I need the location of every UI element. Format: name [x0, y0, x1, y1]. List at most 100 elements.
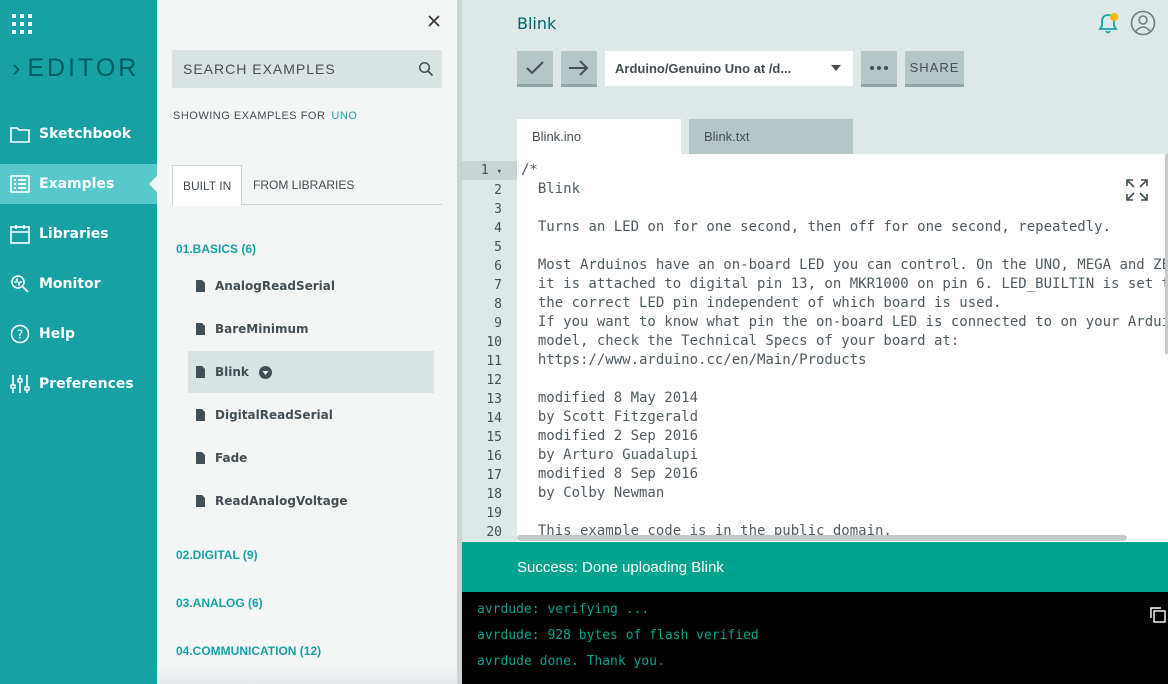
line-number: 8 — [494, 297, 502, 312]
example-item[interactable]: AnalogReadSerial — [188, 265, 434, 307]
board-port-select[interactable]: Arduino/Genuino Uno at /d... — [605, 51, 853, 86]
close-icon — [428, 15, 440, 27]
example-item[interactable]: BareMinimum — [188, 308, 434, 350]
code-line: /* — [521, 162, 538, 178]
line-number: 15 — [486, 430, 502, 445]
nav-item-examples[interactable]: Examples — [0, 164, 157, 204]
search-examples-input[interactable] — [183, 61, 413, 77]
example-label: DigitalReadSerial — [215, 408, 333, 422]
example-label: ReadAnalogVoltage — [215, 494, 348, 508]
nav-item-preferences[interactable]: Preferences — [0, 364, 157, 404]
category-analog[interactable]: 03.ANALOG (6) — [176, 596, 263, 610]
line-number: 11 — [486, 354, 502, 369]
upload-button[interactable] — [561, 51, 597, 87]
board-select-value: Arduino/Genuino Uno at /d... — [615, 61, 792, 76]
examples-panel: SHOWING EXAMPLES FOR UNO BUILT IN FROM LI… — [157, 0, 457, 684]
example-item[interactable]: ReadAnalogVoltage — [188, 480, 434, 522]
example-item[interactable]: DigitalReadSerial — [188, 394, 434, 436]
tab-from-libraries[interactable]: FROM LIBRARIES — [243, 165, 364, 205]
apps-grid-icon[interactable] — [12, 14, 32, 34]
file-icon — [196, 366, 205, 378]
line-number: 19 — [486, 506, 502, 521]
line-number: 9 — [494, 316, 502, 331]
code-line: by Colby Newman — [521, 485, 665, 501]
console-line: avrdude: verifying ... — [477, 602, 650, 617]
line-number-gutter: 1 ▾ 2 3 4 5 6 7 8 9 10 11 12 13 14 15 16… — [462, 161, 517, 542]
line-number: 16 — [486, 449, 502, 464]
line-number: 7 — [494, 278, 502, 293]
panel-fade — [157, 664, 457, 684]
folder-icon — [10, 124, 30, 144]
nav-item-sketchbook[interactable]: Sketchbook — [0, 114, 157, 154]
code-line: Most Arduinos have an on-board LED you c… — [521, 257, 1168, 273]
line-number: 17 — [486, 468, 502, 483]
arrow-right-icon — [569, 59, 589, 76]
help-icon: ? — [10, 324, 30, 344]
line-number: 3 — [494, 202, 502, 217]
file-icon — [196, 495, 205, 507]
share-button[interactable]: SHARE — [905, 51, 964, 87]
sliders-icon — [10, 374, 30, 394]
user-account-icon[interactable] — [1130, 10, 1156, 36]
showing-text: SHOWING EXAMPLES FOR — [173, 110, 326, 122]
file-icon — [196, 409, 205, 421]
dropdown-caret-icon[interactable] — [258, 365, 272, 379]
code-line: by Scott Fitzgerald — [521, 409, 699, 425]
expand-icon[interactable] — [1126, 179, 1148, 201]
example-item[interactable]: Fade — [188, 437, 434, 479]
brand-label: EDITOR — [27, 54, 140, 82]
share-label: SHARE — [909, 60, 960, 75]
category-basics[interactable]: 01.BASICS (6) — [176, 242, 256, 256]
nav-item-monitor[interactable]: Monitor — [0, 264, 157, 304]
line-number: 13 — [486, 392, 502, 407]
example-item-selected[interactable]: Blink — [188, 351, 434, 393]
editor-logo: › EDITOR — [12, 54, 139, 83]
nav-item-libraries[interactable]: Libraries — [0, 214, 157, 254]
line-number: 14 — [486, 411, 502, 426]
code-line: If you want to know what pin the on-boar… — [521, 314, 1168, 330]
close-panel-button[interactable] — [426, 14, 442, 30]
notification-bell-icon[interactable] — [1096, 12, 1120, 36]
line-number: 10 — [486, 335, 502, 350]
code-editor[interactable]: /* Blink Turns an LED on for one second,… — [517, 154, 1168, 542]
board-link[interactable]: UNO — [331, 110, 357, 122]
example-label: AnalogReadSerial — [215, 279, 335, 293]
example-label: Blink — [215, 365, 249, 379]
nav-label: Preferences — [39, 376, 134, 392]
nav-label: Help — [39, 326, 76, 342]
code-line: by Arturo Guadalupi — [521, 447, 699, 463]
category-communication[interactable]: 04.COMMUNICATION (12) — [176, 644, 321, 658]
more-options-button[interactable] — [861, 51, 897, 87]
list-icon — [10, 174, 30, 194]
horizontal-scrollbar[interactable] — [517, 535, 1127, 541]
libraries-icon — [10, 224, 30, 244]
console-output: avrdude: verifying ... avrdude: 928 byte… — [462, 592, 1168, 684]
monitor-icon — [10, 274, 30, 294]
line-number: 2 — [494, 183, 502, 198]
code-line: modified 8 Sep 2016 — [521, 466, 699, 482]
fold-arrow-icon[interactable]: ▾ — [497, 167, 502, 177]
ellipsis-icon — [870, 65, 888, 70]
code-line: modified 2 Sep 2016 — [521, 428, 699, 444]
tab-built-in[interactable]: BUILT IN — [172, 165, 243, 206]
code-line: Turns an LED on for one second, then off… — [521, 219, 1112, 235]
nav-label: Examples — [39, 176, 115, 192]
file-tab-txt[interactable]: Blink.txt — [689, 119, 853, 154]
verify-button[interactable] — [517, 51, 553, 87]
category-digital[interactable]: 02.DIGITAL (9) — [176, 548, 258, 562]
line-number: 20 — [486, 525, 502, 540]
status-bar: Success: Done uploading Blink — [462, 542, 1168, 592]
example-label: Fade — [215, 451, 248, 465]
nav-item-help[interactable]: ? Help — [0, 314, 157, 354]
copy-icon[interactable] — [1150, 607, 1166, 623]
file-icon — [196, 280, 205, 292]
file-icon — [196, 452, 205, 464]
search-icon[interactable] — [418, 61, 434, 77]
line-number: 6 — [494, 259, 502, 274]
line-number: 18 — [486, 487, 502, 502]
nav-label: Monitor — [39, 276, 101, 292]
code-line: Blink — [521, 181, 581, 197]
console-line: avrdude: 928 bytes of flash verified — [477, 628, 759, 643]
file-tab-ino[interactable]: Blink.ino — [517, 119, 681, 154]
left-nav: › EDITOR Sketchbook Examples Libraries M… — [0, 0, 157, 684]
